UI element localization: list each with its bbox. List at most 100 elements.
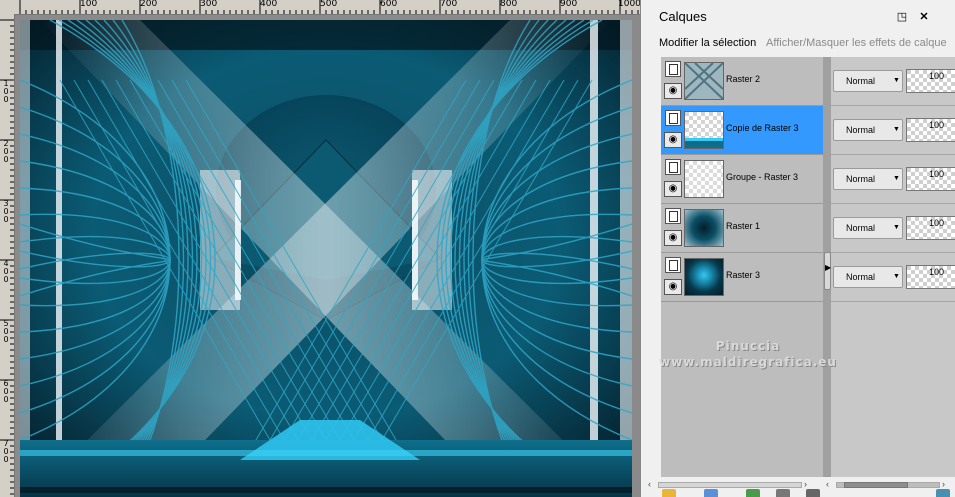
opacity-field[interactable]: 100 (906, 118, 955, 142)
watermark-line-2: www.maldiregrafica.eu (659, 355, 837, 369)
panel-options-icon[interactable] (936, 489, 950, 497)
ruler-top-label: 900 (560, 0, 578, 9)
blend-mode-select[interactable]: Normal ▼ (833, 119, 903, 141)
layers-toolbar (646, 489, 955, 497)
ruler-top-label: 300 (200, 0, 218, 9)
panel-title: Calques (659, 9, 707, 24)
ruler-left-label: 2 0 0 (3, 139, 9, 164)
ruler-left[interactable]: 1 0 0 2 0 0 3 0 0 4 0 0 5 0 0 6 0 0 7 0 … (0, 14, 15, 497)
new-mask-icon[interactable] (704, 489, 718, 497)
blend-mode-select[interactable]: Normal ▼ (833, 217, 903, 239)
opacity-value: 100 (929, 267, 945, 277)
ruler-left-label: 4 0 0 (3, 259, 9, 284)
image-canvas[interactable] (20, 20, 632, 497)
ruler-left-label: 5 0 0 (3, 319, 9, 344)
app-window: 100 200 300 400 500 600 700 800 900 1000… (0, 0, 955, 497)
layer-properties-row: Normal ▼ 100 (831, 204, 955, 253)
layer-row[interactable]: ◉ Raster 3 (661, 253, 823, 302)
ruler-top-label: 200 (140, 0, 158, 9)
layer-thumbnail[interactable] (684, 111, 724, 149)
canvas-area[interactable]: 100 200 300 400 500 600 700 800 900 1000… (0, 0, 640, 497)
ruler-top-label: 400 (260, 0, 278, 9)
ruler-top-label: 700 (440, 0, 458, 9)
eye-icon[interactable]: ◉ (664, 279, 682, 295)
layer-properties-row: Normal ▼ 100 (831, 57, 955, 106)
layer-visibility-column: ◉ (661, 204, 683, 252)
layer-thumbnail[interactable] (684, 62, 724, 100)
panel-splitter[interactable]: ▶ (823, 57, 831, 477)
opacity-field[interactable]: 100 (906, 216, 955, 240)
layer-properties-row: Normal ▼ 100 (831, 155, 955, 204)
ruler-left-label: 7 0 0 (3, 439, 9, 464)
opacity-field[interactable]: 100 (906, 265, 955, 289)
opacity-field[interactable]: 100 (906, 69, 955, 93)
layer-type-icon (665, 61, 681, 77)
eye-icon[interactable]: ◉ (664, 181, 682, 197)
layer-type-icon (665, 159, 681, 175)
scroll-track[interactable] (658, 482, 802, 488)
layer-name[interactable]: Raster 2 (726, 74, 760, 84)
layer-thumbnail[interactable] (684, 209, 724, 247)
ruler-top-label: 800 (500, 0, 518, 9)
layer-row[interactable]: ◉ Raster 2 (661, 57, 823, 106)
layer-name[interactable]: Raster 1 (726, 221, 760, 231)
ruler-top-label: 600 (380, 0, 398, 9)
eye-icon[interactable]: ◉ (664, 132, 682, 148)
blend-mode-select[interactable]: Normal ▼ (833, 168, 903, 190)
blend-mode-value: Normal (846, 174, 876, 184)
dock-icon[interactable]: ◳ (895, 10, 909, 24)
delete-layer-icon[interactable] (806, 489, 820, 497)
group-layers-icon[interactable] (776, 489, 790, 497)
blend-mode-select[interactable]: Normal ▼ (833, 70, 903, 92)
layer-properties-row: Normal ▼ 100 (831, 106, 955, 155)
new-layer-icon[interactable] (662, 489, 676, 497)
chevron-down-icon: ▼ (893, 175, 900, 182)
blend-mode-value: Normal (846, 223, 876, 233)
chevron-down-icon: ▼ (893, 224, 900, 231)
layer-visibility-column: ◉ (661, 253, 683, 301)
chevron-down-icon: ▼ (893, 77, 900, 84)
scroll-thumb[interactable] (844, 482, 908, 488)
layer-visibility-column: ◉ (661, 57, 683, 105)
layer-name[interactable]: Raster 3 (726, 270, 760, 280)
layers-list: ◉ Raster 2 ◉ Copie de Raster 3 ◉ Groupe … (661, 57, 823, 477)
eye-icon[interactable]: ◉ (664, 230, 682, 246)
layer-name[interactable]: Groupe - Raster 3 (726, 172, 798, 182)
ruler-top-label: 100 (80, 0, 98, 9)
ruler-corner (0, 0, 15, 15)
layer-name[interactable]: Copie de Raster 3 (726, 123, 799, 133)
layer-row[interactable]: ◉ Groupe - Raster 3 (661, 155, 823, 204)
opacity-value: 100 (929, 169, 945, 179)
layer-thumbnail[interactable] (684, 258, 724, 296)
layer-row[interactable]: ◉ Raster 1 (661, 204, 823, 253)
ruler-left-label: 6 0 0 (3, 379, 9, 404)
blend-mode-select[interactable]: Normal ▼ (833, 266, 903, 288)
artwork (20, 20, 632, 497)
layer-type-icon (665, 208, 681, 224)
chevron-down-icon: ▼ (893, 273, 900, 280)
layers-area: ◉ Raster 2 ◉ Copie de Raster 3 ◉ Groupe … (661, 57, 955, 477)
layer-type-icon (665, 110, 681, 126)
tab-modify-selection[interactable]: Modifier la sélection (659, 37, 756, 49)
ruler-top-label: 500 (320, 0, 338, 9)
close-icon[interactable]: ✕ (917, 10, 931, 24)
layer-type-icon (665, 257, 681, 273)
eye-icon[interactable]: ◉ (664, 83, 682, 99)
tab-toggle-layer-effects[interactable]: Afficher/Masquer les effets de calque (766, 37, 947, 49)
ruler-top[interactable]: 100 200 300 400 500 600 700 800 900 1000 (14, 0, 640, 15)
new-adjustment-icon[interactable] (746, 489, 760, 497)
layer-thumbnail[interactable] (684, 160, 724, 198)
ruler-left-label: 3 0 0 (3, 199, 9, 224)
opacity-value: 100 (929, 218, 945, 228)
watermark: Pinuccia www.maldiregrafica.eu (648, 338, 848, 370)
opacity-field[interactable]: 100 (906, 167, 955, 191)
ruler-left-label: 1 0 0 (3, 79, 9, 104)
chevron-down-icon: ▼ (893, 126, 900, 133)
blend-mode-value: Normal (846, 125, 876, 135)
blend-mode-value: Normal (846, 272, 876, 282)
opacity-value: 100 (929, 120, 945, 130)
watermark-line-1: Pinuccia (715, 339, 781, 353)
layer-row-selected[interactable]: ◉ Copie de Raster 3 (661, 106, 823, 155)
opacity-value: 100 (929, 71, 945, 81)
layer-properties-list: Normal ▼ 100 Normal ▼ 100 Normal ▼ 100 Norm… (831, 57, 955, 477)
